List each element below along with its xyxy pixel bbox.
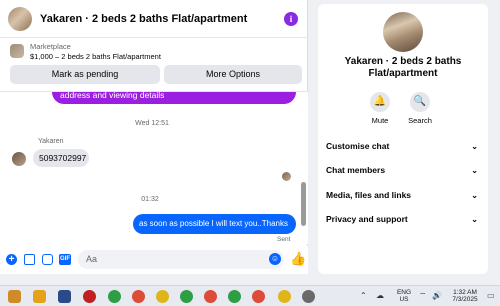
- cloud-icon[interactable]: ☁: [376, 291, 384, 300]
- search-icon: 🔍: [410, 92, 430, 112]
- chrome-icon[interactable]: [108, 290, 121, 303]
- read-receipt-avatar: [282, 172, 291, 181]
- volume-icon[interactable]: 🔊: [432, 291, 442, 300]
- windows-taskbar: ⌃ ☁ ENG US ⌔ 🔊 1:32 AM 7/3/2025 ▭: [0, 285, 500, 306]
- section-chat-members[interactable]: Chat members ⌄: [326, 165, 482, 179]
- section-label: Media, files and links: [326, 190, 412, 200]
- language-bottom: US: [399, 296, 409, 303]
- section-label: Customise chat: [326, 141, 390, 151]
- section-privacy-support[interactable]: Privacy and support ⌄: [326, 214, 482, 228]
- section-customise-chat[interactable]: Customise chat ⌄: [326, 141, 482, 155]
- sender-name: Yakaren: [38, 138, 64, 145]
- mute-button[interactable]: 🔔 Mute: [358, 92, 402, 125]
- chevron-up-icon[interactable]: ⌃: [360, 291, 367, 300]
- profile-avatar[interactable]: [383, 12, 423, 52]
- chrome-icon[interactable]: [156, 290, 169, 303]
- profile-name-line-1: Yakaren · 2 beds 2 baths: [344, 56, 462, 67]
- chevron-down-icon: ⌄: [471, 142, 478, 151]
- chrome-icon[interactable]: [228, 290, 241, 303]
- wifi-icon[interactable]: ⌔: [419, 291, 427, 301]
- language-top: ENG: [396, 289, 412, 296]
- listing-card: Marketplace $1,000 – 2 beds 2 baths Flat…: [0, 38, 308, 92]
- chat-header: Yakaren · 2 beds 2 baths Flat/apartment …: [0, 0, 308, 38]
- language-indicator[interactable]: ENG US: [394, 289, 414, 303]
- search-label: Search: [408, 116, 432, 125]
- record-app-icon[interactable]: [83, 290, 96, 303]
- plus-icon[interactable]: +: [6, 254, 17, 265]
- chrome-icon[interactable]: [204, 290, 217, 303]
- listing-summary[interactable]: $1,000 – 2 beds 2 baths Flat/apartment: [30, 52, 161, 61]
- timestamp: 01:32: [141, 196, 159, 203]
- composer: + GIF Aa ☺ 👍: [0, 246, 308, 274]
- profile-name: Yakaren · 2 beds 2 baths Flat/apartment: [318, 56, 488, 80]
- info-icon[interactable]: i: [284, 12, 298, 26]
- chevron-down-icon: ⌄: [471, 166, 478, 175]
- message-status: Sent: [277, 236, 291, 243]
- clock[interactable]: 1:32 AM 7/3/2025: [446, 289, 484, 303]
- folder-icon[interactable]: [33, 290, 46, 303]
- notification-icon[interactable]: ▭: [487, 291, 495, 300]
- section-label: Privacy and support: [326, 214, 408, 224]
- section-media-files-links[interactable]: Media, files and links ⌄: [326, 190, 482, 204]
- chrome-icon[interactable]: [278, 290, 291, 303]
- timestamp: Wed 12:51: [135, 120, 169, 127]
- app-icon[interactable]: [302, 290, 315, 303]
- incoming-bubble[interactable]: 5093702997: [33, 149, 89, 167]
- profile-name-line-2: Flat/apartment: [368, 68, 438, 79]
- section-label: Chat members: [326, 165, 386, 175]
- chrome-icon[interactable]: [252, 290, 265, 303]
- scrollbar-thumb[interactable]: [301, 182, 306, 226]
- app-icon[interactable]: [58, 290, 71, 303]
- outgoing-bubble[interactable]: as soon as possible I will text you..Tha…: [133, 214, 296, 234]
- emoji-icon[interactable]: ☺: [269, 253, 281, 265]
- chrome-icon[interactable]: [132, 290, 145, 303]
- seller-avatar[interactable]: [8, 6, 32, 31]
- clock-time: 1:32 AM: [453, 289, 477, 296]
- message-list[interactable]: address and viewing details Wed 12:51 Ya…: [0, 92, 308, 244]
- listing-label: Marketplace: [30, 42, 71, 51]
- listing-thumbnail[interactable]: [10, 44, 24, 58]
- gif-icon[interactable]: GIF: [59, 254, 71, 265]
- chevron-down-icon: ⌄: [471, 215, 478, 224]
- thumbs-up-icon[interactable]: 👍: [290, 251, 306, 267]
- search-button[interactable]: 🔍 Search: [398, 92, 442, 125]
- mute-label: Mute: [371, 116, 389, 125]
- message-input[interactable]: Aa: [78, 250, 284, 269]
- chat-panel: Yakaren · 2 beds 2 baths Flat/apartment …: [0, 0, 308, 274]
- conversation-info-panel: Yakaren · 2 beds 2 baths Flat/apartment …: [318, 4, 488, 274]
- sender-avatar[interactable]: [12, 152, 26, 166]
- sticker-icon[interactable]: [42, 254, 53, 265]
- mark-as-pending-button[interactable]: Mark as pending: [10, 65, 160, 84]
- photo-icon[interactable]: [24, 254, 35, 265]
- chevron-down-icon: ⌄: [471, 191, 478, 200]
- chat-title[interactable]: Yakaren · 2 beds 2 baths Flat/apartment: [40, 13, 247, 25]
- more-options-button[interactable]: More Options: [164, 65, 302, 84]
- file-icon[interactable]: [8, 290, 21, 303]
- chrome-icon[interactable]: [180, 290, 193, 303]
- bell-icon: 🔔: [370, 92, 390, 112]
- outgoing-bubble-previous: address and viewing details: [52, 92, 296, 104]
- clock-date: 7/3/2025: [452, 296, 478, 303]
